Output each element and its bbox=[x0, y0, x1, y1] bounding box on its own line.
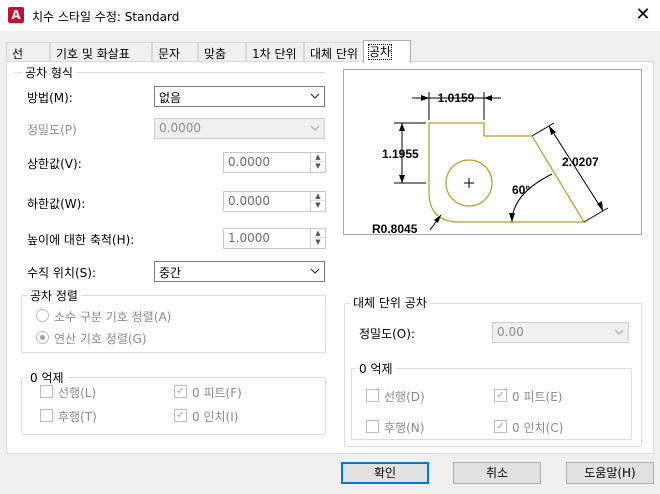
spin-down-icon[interactable]: ▼ bbox=[311, 238, 325, 247]
dim-right-label: 2.0207 bbox=[562, 155, 599, 169]
dim-top-label: 1.0159 bbox=[438, 91, 475, 105]
help-button[interactable]: 도움말(H) bbox=[566, 462, 654, 484]
vertical-position-value: 중간 bbox=[159, 266, 182, 280]
method-dropdown[interactable]: 없음 bbox=[154, 86, 325, 107]
title-bar: A 치수 스타일 수정: Standard ✕ bbox=[0, 0, 660, 32]
cancel-button[interactable]: 취소 bbox=[453, 462, 541, 484]
spin-up-icon[interactable]: ▲ bbox=[311, 153, 325, 162]
tab-label: 문자 bbox=[158, 47, 181, 61]
alt-precision-value: 0.00 bbox=[497, 325, 524, 339]
alt-trailing-checkbox[interactable] bbox=[366, 420, 379, 433]
precision-dropdown[interactable]: 0.0000 bbox=[154, 118, 325, 139]
part-outline bbox=[428, 122, 586, 223]
group-title: 대체 단위 공차 bbox=[350, 294, 430, 311]
scale-height-value: 1.0000 bbox=[228, 231, 270, 245]
tab-primary-units[interactable]: 1차 단위 bbox=[246, 42, 304, 62]
precision-value: 0.0000 bbox=[159, 121, 201, 135]
vertical-position-dropdown[interactable]: 중간 bbox=[154, 261, 325, 282]
precision-label: 정밀도(P) bbox=[27, 123, 77, 137]
chevron-down-icon bbox=[310, 268, 320, 274]
tab-text[interactable]: 문자 bbox=[152, 42, 198, 62]
spin-down-icon[interactable]: ▼ bbox=[311, 201, 325, 210]
tab-label: 기호 및 화살표 bbox=[56, 47, 130, 61]
upper-value: 0.0000 bbox=[228, 155, 270, 169]
window-title: 치수 스타일 수정: Standard bbox=[32, 10, 180, 24]
leading-label: 선행(L) bbox=[58, 386, 97, 400]
tab-tolerances[interactable]: 공차 bbox=[363, 40, 411, 63]
tab-label: 공차 bbox=[367, 44, 393, 60]
align-operator-radio[interactable] bbox=[36, 331, 49, 344]
tab-alternate-units[interactable]: 대체 단위 bbox=[304, 42, 364, 62]
dim-left-label: 1.1955 bbox=[382, 147, 419, 161]
spin-down-icon[interactable]: ▼ bbox=[311, 162, 325, 171]
alt-feet-label: 0 피트(E) bbox=[512, 390, 563, 404]
spin-up-icon[interactable]: ▲ bbox=[311, 192, 325, 201]
lower-value: 0.0000 bbox=[228, 194, 270, 208]
chevron-down-icon bbox=[310, 93, 320, 99]
tab-label: 대체 단위 bbox=[310, 47, 358, 61]
chevron-down-icon bbox=[614, 329, 624, 335]
scale-height-label: 높이에 대한 축척(H): bbox=[27, 233, 135, 247]
alt-inches-checkbox[interactable]: ✓ bbox=[494, 420, 507, 433]
inches-label: 0 인치(I) bbox=[192, 410, 239, 424]
align-operator-label: 연산 기호 정렬(G) bbox=[54, 332, 147, 346]
alt-leading-checkbox[interactable] bbox=[366, 389, 379, 402]
alt-inches-label: 0 인치(C) bbox=[512, 421, 564, 435]
tab-symbols-arrows[interactable]: 기호 및 화살표 bbox=[50, 42, 152, 62]
align-decimal-radio[interactable] bbox=[36, 309, 49, 322]
close-icon[interactable]: ✕ bbox=[630, 3, 656, 27]
tab-label: 맞춤 bbox=[204, 47, 227, 61]
preview-drawing: 1.0159 1.1955 2.0207 60° R0.8045 bbox=[372, 91, 609, 234]
trailing-checkbox[interactable] bbox=[40, 409, 53, 422]
lower-value-spinner[interactable]: 0.0000 ▲ ▼ bbox=[223, 191, 326, 212]
group-title: 공차 형식 bbox=[22, 64, 76, 81]
alt-feet-checkbox[interactable]: ✓ bbox=[494, 389, 507, 402]
tab-fit[interactable]: 맞춤 bbox=[198, 42, 246, 62]
spin-up-icon[interactable]: ▲ bbox=[311, 229, 325, 238]
align-decimal-label: 소수 구분 기호 정렬(A) bbox=[54, 310, 172, 324]
ok-button[interactable]: 확인 bbox=[341, 462, 429, 484]
method-label: 방법(M): bbox=[27, 91, 73, 105]
vertical-position-label: 수직 위치(S): bbox=[27, 266, 96, 280]
upper-value-label: 상한값(V): bbox=[27, 157, 82, 171]
leading-checkbox[interactable] bbox=[40, 385, 53, 398]
tab-lines[interactable]: 선 bbox=[6, 42, 50, 62]
feet-label: 0 피트(F) bbox=[192, 386, 242, 400]
alt-trailing-label: 후행(N) bbox=[384, 421, 425, 435]
alt-precision-label: 정밀도(O): bbox=[359, 327, 415, 341]
dimension-preview: 1.0159 1.1955 2.0207 60° R0.8045 bbox=[343, 69, 642, 235]
inches-checkbox[interactable]: ✓ bbox=[174, 409, 187, 422]
radius-label: R0.8045 bbox=[372, 222, 418, 234]
alt-leading-label: 선행(D) bbox=[384, 390, 425, 404]
scale-height-spinner[interactable]: 1.0000 ▲ ▼ bbox=[223, 228, 326, 249]
upper-value-spinner[interactable]: 0.0000 ▲ ▼ bbox=[223, 152, 326, 173]
tab-label: 선 bbox=[12, 47, 24, 61]
method-value: 없음 bbox=[159, 91, 182, 105]
tab-label: 1차 단위 bbox=[252, 47, 297, 61]
alt-precision-dropdown[interactable]: 0.00 bbox=[492, 322, 629, 343]
angle-label: 60° bbox=[512, 183, 530, 197]
feet-checkbox[interactable]: ✓ bbox=[174, 385, 187, 398]
lower-value-label: 하한값(W): bbox=[27, 197, 86, 211]
autocad-app-icon: A bbox=[8, 7, 24, 23]
chevron-down-icon bbox=[310, 125, 320, 131]
group-title: 0 억제 bbox=[356, 360, 396, 377]
trailing-label: 후행(T) bbox=[58, 410, 97, 424]
group-title: 공차 정렬 bbox=[27, 287, 81, 304]
